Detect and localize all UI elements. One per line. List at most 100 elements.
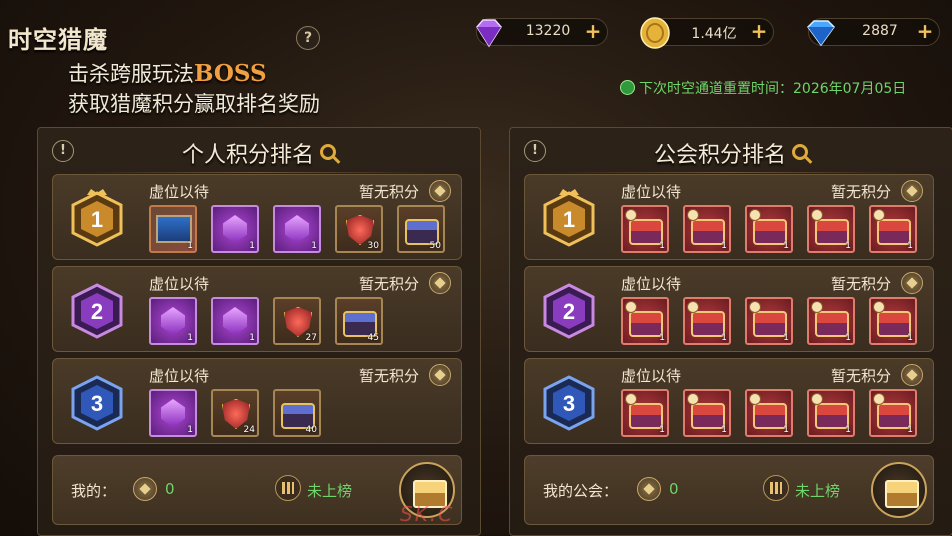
rank-2-badge-icon: 2 xyxy=(543,283,595,339)
guild-reward-item[interactable]: 1 xyxy=(621,205,669,253)
guild-chest-icon xyxy=(691,219,725,245)
item-quantity: 1 xyxy=(907,333,913,343)
currency-value: 13220 xyxy=(525,23,571,39)
item-quantity: 1 xyxy=(187,333,193,343)
item-quantity: 1 xyxy=(845,425,851,435)
lock-icon xyxy=(625,393,637,405)
search-icon[interactable] xyxy=(792,144,808,160)
rank-row: 3 虚位以待 暂无积分 1 1 1 1 1 xyxy=(524,358,934,444)
reset-time-text: 下次时空通道重置时间：2026年07月05日 xyxy=(639,81,907,97)
lock-icon xyxy=(873,301,885,313)
item-quantity: 1 xyxy=(845,333,851,343)
rank-holder-name: 虚位以待 xyxy=(621,367,682,385)
gold-coin-icon xyxy=(640,17,670,49)
guild-reward-item[interactable]: 1 xyxy=(621,297,669,345)
guild-reward-item[interactable]: 1 xyxy=(745,205,793,253)
panel-title-text: 公会积分排名 xyxy=(653,143,786,168)
score-icon xyxy=(901,364,923,386)
currency-value: 2887 xyxy=(862,23,898,39)
reward-item[interactable]: 1 xyxy=(149,389,197,437)
guild-reward-item[interactable]: 1 xyxy=(745,297,793,345)
add-currency-button[interactable]: + xyxy=(749,21,769,42)
lock-icon xyxy=(811,301,823,313)
guild-chest-icon xyxy=(629,219,663,245)
rank-number: 2 xyxy=(563,299,575,324)
rank-row: 3 虚位以待 暂无积分 1 24 40 xyxy=(52,358,462,444)
guild-chest-icon xyxy=(753,403,787,429)
rank-number: 3 xyxy=(563,391,575,416)
panel-header: ! 个人积分排名 xyxy=(38,128,480,174)
my-score: 0 xyxy=(165,480,175,498)
guild-reward-item[interactable]: 1 xyxy=(807,297,855,345)
score-icon xyxy=(901,180,923,202)
guild-chest-icon xyxy=(877,403,911,429)
rank-number: 2 xyxy=(91,299,103,324)
rank-score: 暂无积分 xyxy=(358,367,419,385)
my-guild-label: 我的公会： xyxy=(543,482,619,500)
guild-ranking-panel: ! 公会积分排名 1 虚位以待 暂无积分 1 1 1 1 1 2 虚位以待 暂无积分 1 1 1 1 1 3 虚位… xyxy=(509,127,952,536)
purple-gem-icon xyxy=(223,307,247,335)
my-rank-status: 未上榜 xyxy=(307,482,353,500)
reward-list: 1 1 1 1 1 xyxy=(621,205,917,253)
reward-list: 1 1 1 30 50 xyxy=(149,205,445,253)
rank-number: 1 xyxy=(91,207,103,232)
guild-reward-item[interactable]: 1 xyxy=(869,205,917,253)
guild-reward-item[interactable]: 1 xyxy=(745,389,793,437)
reward-list: 1 1 27 45 xyxy=(149,297,383,345)
reward-item[interactable]: 1 xyxy=(211,297,259,345)
reward-item[interactable]: 27 xyxy=(273,297,321,345)
reward-item[interactable]: 45 xyxy=(335,297,383,345)
item-quantity: 45 xyxy=(367,333,379,343)
item-quantity: 1 xyxy=(783,425,789,435)
reward-item[interactable]: 50 xyxy=(397,205,445,253)
guild-chest-icon xyxy=(629,403,663,429)
lock-icon xyxy=(873,393,885,405)
item-quantity: 1 xyxy=(249,241,255,251)
add-currency-button[interactable]: + xyxy=(915,21,935,42)
reward-item[interactable]: 24 xyxy=(211,389,259,437)
rank-holder-name: 虚位以待 xyxy=(149,275,210,293)
guild-reward-item[interactable]: 1 xyxy=(621,389,669,437)
lock-icon xyxy=(749,301,761,313)
lock-icon xyxy=(749,209,761,221)
search-icon[interactable] xyxy=(320,144,336,160)
item-quantity: 1 xyxy=(659,241,665,251)
personal-ranking-panel: ! 个人积分排名 1 虚位以待 暂无积分 1 1 1 30 50 2 虚位以待 暂无积分 1 1 27 45… xyxy=(37,127,481,536)
reward-item[interactable]: 1 xyxy=(149,205,197,253)
currency-blue-diamond: 2887 + xyxy=(807,18,940,47)
score-icon xyxy=(637,477,661,501)
guild-reward-item[interactable]: 1 xyxy=(683,389,731,437)
guild-reward-item[interactable]: 1 xyxy=(869,297,917,345)
reward-item[interactable]: 40 xyxy=(273,389,321,437)
reset-time: 下次时空通道重置时间：2026年07月05日 xyxy=(620,78,906,98)
banner-icon xyxy=(156,215,192,243)
rank-score: 暂无积分 xyxy=(830,275,891,293)
add-currency-button[interactable]: + xyxy=(583,21,603,42)
rank-3-badge-icon: 3 xyxy=(71,375,123,431)
help-button[interactable]: ? xyxy=(296,26,320,50)
guild-reward-item[interactable]: 1 xyxy=(869,389,917,437)
guild-reward-item[interactable]: 1 xyxy=(683,297,731,345)
guild-reward-item[interactable]: 1 xyxy=(807,205,855,253)
reward-item[interactable]: 1 xyxy=(149,297,197,345)
lock-icon xyxy=(687,209,699,221)
item-quantity: 1 xyxy=(249,333,255,343)
item-quantity: 1 xyxy=(659,425,665,435)
item-quantity: 50 xyxy=(429,241,441,251)
reward-item[interactable]: 30 xyxy=(335,205,383,253)
reward-item[interactable]: 1 xyxy=(211,205,259,253)
rank-holder-name: 虚位以待 xyxy=(149,367,210,385)
score-icon xyxy=(429,180,451,202)
guild-reward-item[interactable]: 1 xyxy=(807,389,855,437)
item-quantity: 1 xyxy=(311,241,317,251)
score-icon xyxy=(133,477,157,501)
reward-item[interactable]: 1 xyxy=(273,205,321,253)
reward-chest-icon[interactable] xyxy=(871,462,927,518)
lock-icon xyxy=(749,393,761,405)
subtitle-prefix: 击杀跨服玩法 xyxy=(68,62,194,86)
panel-header: ! 公会积分排名 xyxy=(510,128,952,174)
rank-row: 1 虚位以待 暂无积分 1 1 1 1 1 xyxy=(524,174,934,260)
score-icon xyxy=(429,364,451,386)
divider xyxy=(550,172,912,173)
guild-reward-item[interactable]: 1 xyxy=(683,205,731,253)
